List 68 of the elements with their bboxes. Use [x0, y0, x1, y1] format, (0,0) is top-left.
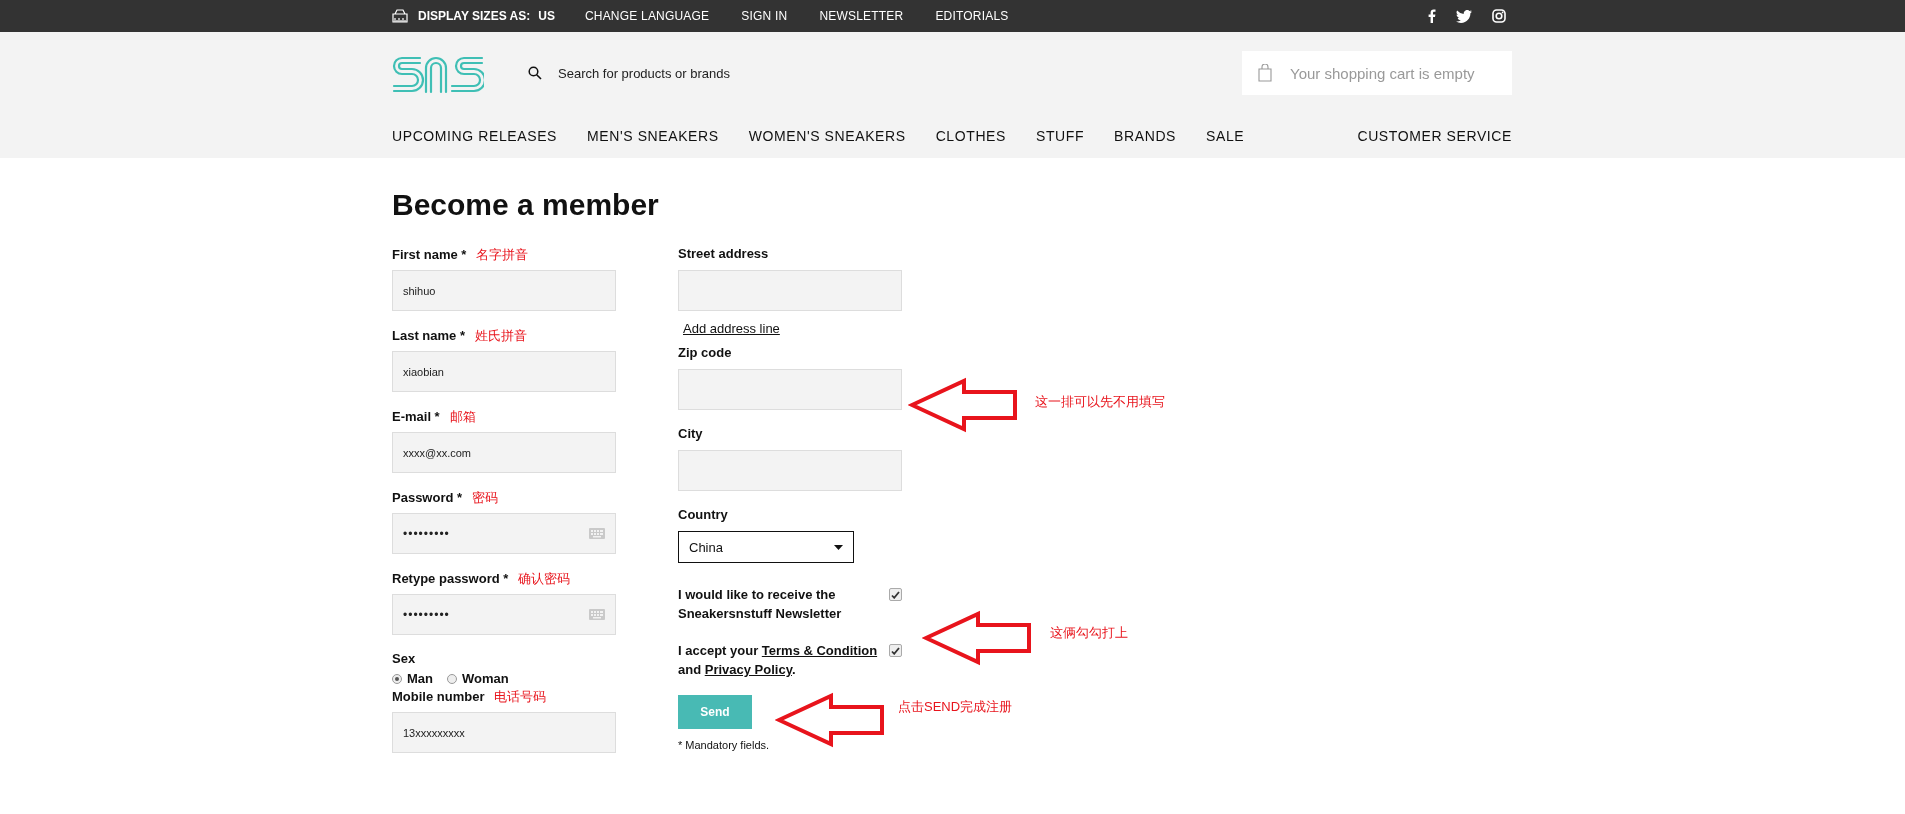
keyboard-icon: [589, 609, 605, 620]
search-icon[interactable]: [528, 66, 542, 80]
radio-label: Woman: [462, 671, 509, 686]
instagram-icon[interactable]: [1492, 9, 1506, 23]
nav-link[interactable]: SALE: [1206, 128, 1245, 144]
nav-link[interactable]: BRANDS: [1114, 128, 1177, 144]
page-title: Become a member: [392, 188, 660, 222]
field-label: Sex: [392, 651, 416, 666]
annotation-note: 姓氏拼音: [475, 327, 527, 345]
input-field[interactable]: [678, 450, 902, 491]
field-label: Password *: [392, 490, 463, 505]
checkbox[interactable]: [889, 644, 902, 657]
field-label: Last name *: [392, 328, 465, 343]
top-bar-link[interactable]: CHANGE LANGUAGE: [584, 9, 710, 23]
display-size-link[interactable]: US: [538, 9, 555, 23]
input-field[interactable]: [678, 270, 902, 311]
mandatory-note: * Mandatory fields.: [678, 739, 771, 751]
field-label: Retype password *: [392, 571, 509, 586]
caret-icon: [834, 544, 843, 550]
policy-link[interactable]: Terms & Condition: [761, 643, 878, 658]
shopping-bag-icon: [1258, 64, 1272, 82]
input-field[interactable]: shihuo: [392, 270, 616, 311]
field-label: First name *: [392, 247, 467, 262]
radio-button[interactable]: [447, 673, 457, 684]
nav-link[interactable]: CLOTHES: [935, 128, 1006, 144]
consent-text: I accept your Terms & Condition and Privacy Policy.: [678, 642, 879, 679]
input-field[interactable]: xxxx@xx.com: [392, 432, 616, 473]
top-bar-link[interactable]: SIGN IN: [741, 9, 788, 23]
annotation-note: 名字拼音: [476, 246, 529, 264]
annotation-note: 密码: [472, 489, 499, 507]
top-bar-link[interactable]: EDITORIALS: [935, 9, 1009, 23]
top-bar-link[interactable]: NEWSLETTER: [819, 9, 904, 23]
password-field[interactable]: •••••••••: [392, 513, 616, 554]
input-field[interactable]: 13xxxxxxxxx: [392, 712, 616, 753]
annotation-text: 这一排可以先不用填写: [1035, 393, 1165, 411]
add-address-line-link[interactable]: Add address line: [683, 321, 780, 336]
annotation-text: 这俩勾勾打上: [1050, 624, 1128, 642]
display-sizes-label: DISPLAY SIZES AS:: [418, 9, 531, 23]
search-field[interactable]: Search for products or brands: [556, 64, 960, 82]
annotation-text: 点击SEND完成注册: [898, 698, 1013, 716]
field-label: Street address: [678, 246, 769, 261]
facebook-icon[interactable]: [1428, 9, 1436, 23]
ruler-icon: [392, 9, 408, 23]
radio-button[interactable]: [392, 673, 402, 684]
annotation-note: 确认密码: [518, 570, 571, 588]
nav-link[interactable]: STUFF: [1036, 128, 1085, 144]
field-label: Country: [678, 507, 728, 522]
annotation-note: 邮箱: [449, 408, 476, 426]
keyboard-icon: [589, 528, 605, 539]
annotation-note: 电话号码: [494, 688, 547, 706]
field-label: Zip code: [678, 345, 732, 360]
field-label: E-mail *: [392, 409, 440, 424]
checkbox[interactable]: [889, 588, 902, 601]
consent-text: I would like to receive the Sneakersnstuff Newsletter: [678, 586, 843, 623]
nav-link[interactable]: UPCOMING RELEASES: [392, 128, 557, 144]
radio-label: Man: [407, 671, 433, 686]
policy-link[interactable]: Privacy Policy: [704, 662, 792, 677]
nav-link[interactable]: MEN'S SNEAKERS: [587, 128, 719, 144]
input-field[interactable]: xiaobian: [392, 351, 616, 392]
cart-status: Your shopping cart is empty: [1290, 64, 1475, 82]
field-label: Mobile number: [392, 689, 485, 704]
password-field[interactable]: •••••••••: [392, 594, 616, 635]
nav-link[interactable]: CUSTOMER SERVICE: [1357, 128, 1512, 144]
field-label: City: [678, 426, 703, 441]
twitter-icon[interactable]: [1456, 9, 1472, 23]
input-field[interactable]: [678, 369, 902, 410]
nav-link[interactable]: WOMEN'S SNEAKERS: [748, 128, 906, 144]
country-dropdown[interactable]: China: [678, 531, 854, 563]
